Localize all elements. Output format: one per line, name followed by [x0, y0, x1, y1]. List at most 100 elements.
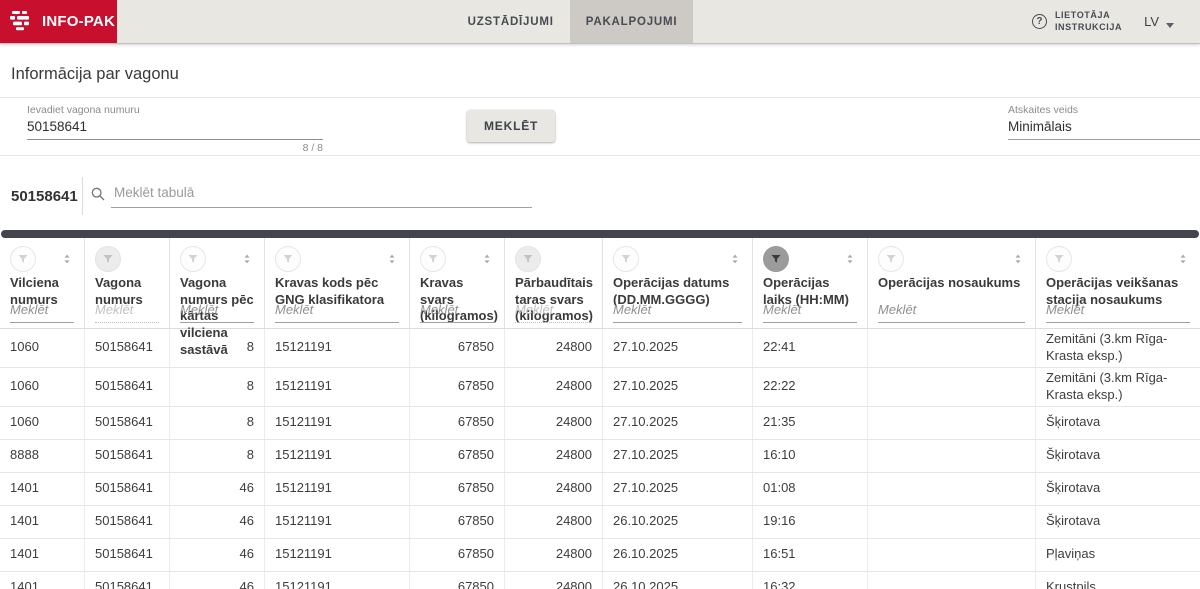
- column-header-kravas-kods: Kravas kods pēc GNG klasifikatoraMeklēt: [265, 238, 410, 328]
- cell-kravas-kods: 15121191: [265, 539, 410, 571]
- sort-icon[interactable]: [728, 252, 742, 266]
- table-body: 106050158641815121191678502480027.10.202…: [0, 329, 1200, 589]
- report-type-field: Atskaites veids Minimālais: [1008, 104, 1200, 140]
- cell-kravas-svars: 67850: [410, 368, 505, 406]
- topbar-right: ? LIETOTĀJA INSTRUKCIJA LV: [1032, 0, 1200, 43]
- cell-operacijas-nosaukums: [868, 440, 1036, 472]
- filter-funnel-icon[interactable]: [10, 246, 36, 272]
- sort-icon[interactable]: [843, 252, 857, 266]
- filter-funnel-icon[interactable]: [763, 246, 789, 272]
- cell-operacijas-laiks: 22:22: [753, 368, 868, 406]
- filter-funnel-icon[interactable]: [275, 246, 301, 272]
- filter-funnel-icon[interactable]: [613, 246, 639, 272]
- cell-operacijas-nosaukums: [868, 368, 1036, 406]
- cell-stacijas-nosaukums: Šķirotava: [1036, 440, 1200, 472]
- cell-operacijas-laiks: 01:08: [753, 473, 868, 505]
- cell-operacijas-datums: 26.10.2025: [603, 506, 753, 538]
- cell-stacijas-nosaukums: Pļaviņas: [1036, 539, 1200, 571]
- column-filter-input-operacijas-datums[interactable]: Meklēt: [613, 302, 742, 323]
- cell-vagona-numurs: 50158641: [85, 407, 170, 439]
- cell-vagona-numurs-pec-kartas: 46: [170, 506, 265, 538]
- column-header-operacijas-datums: Operācijas datums (DD.MM.GGGG)Meklēt: [603, 238, 753, 328]
- column-header-taras-svars: Pārbaudītais taras svars (kilogramos)Mek…: [505, 238, 603, 328]
- cell-kravas-kods: 15121191: [265, 407, 410, 439]
- column-filter-input-stacijas-nosaukums[interactable]: Meklēt: [1046, 302, 1190, 323]
- cell-kravas-svars: 67850: [410, 506, 505, 538]
- wagon-number-field: Ievadiet vagona numuru 50158641 8 / 8: [27, 104, 323, 154]
- search-button[interactable]: MEKLĒT: [467, 110, 555, 142]
- table-row[interactable]: 106050158641815121191678502480027.10.202…: [0, 368, 1200, 407]
- cell-stacijas-nosaukums: Krustpils: [1036, 572, 1200, 589]
- user-manual-link[interactable]: ? LIETOTĀJA INSTRUKCIJA: [1032, 10, 1122, 33]
- cell-operacijas-laiks: 22:41: [753, 329, 868, 367]
- wagon-number-input[interactable]: 50158641: [27, 116, 323, 140]
- cell-kravas-kods: 15121191: [265, 440, 410, 472]
- filter-funnel-icon[interactable]: [95, 246, 121, 272]
- column-filter-input-vilciena-numurs[interactable]: Meklēt: [10, 302, 74, 323]
- table-row[interactable]: 106050158641815121191678502480027.10.202…: [0, 407, 1200, 440]
- report-type-select[interactable]: Minimālais: [1008, 116, 1200, 140]
- cell-operacijas-laiks: 19:16: [753, 506, 868, 538]
- cell-operacijas-nosaukums: [868, 407, 1036, 439]
- table-row[interactable]: 1401501586414615121191678502480026.10.20…: [0, 539, 1200, 572]
- column-header-operacijas-laiks: Operācijas laiks (HH:MM)Meklēt: [753, 238, 868, 328]
- cell-stacijas-nosaukums: Šķirotava: [1036, 407, 1200, 439]
- user-manual-label: LIETOTĀJA INSTRUKCIJA: [1055, 10, 1122, 33]
- cell-operacijas-nosaukums: [868, 506, 1036, 538]
- cell-kravas-svars: 67850: [410, 329, 505, 367]
- cell-kravas-svars: 67850: [410, 572, 505, 589]
- sort-icon[interactable]: [385, 252, 399, 266]
- cell-operacijas-laiks: 21:35: [753, 407, 868, 439]
- table-row[interactable]: 1401501586414615121191678502480027.10.20…: [0, 473, 1200, 506]
- tab-pakalpojumi[interactable]: PAKALPOJUMI: [570, 0, 694, 43]
- column-filter-input-kravas-svars[interactable]: Meklēt: [420, 302, 494, 323]
- column-filter-input-operacijas-laiks[interactable]: Meklēt: [763, 302, 857, 323]
- filter-funnel-icon[interactable]: [515, 246, 541, 272]
- cell-vilciena-numurs: 8888: [0, 440, 85, 472]
- main-nav: UZSTĀDĪJUMIPAKALPOJUMI: [0, 0, 1145, 43]
- sort-icon[interactable]: [240, 252, 254, 266]
- filter-funnel-icon[interactable]: [1046, 246, 1072, 272]
- char-counter: 8 / 8: [27, 140, 323, 154]
- language-selector[interactable]: LV: [1144, 14, 1174, 29]
- table-row[interactable]: 888850158641815121191678502480027.10.202…: [0, 440, 1200, 473]
- column-filter-input-kravas-kods[interactable]: Meklēt: [275, 302, 399, 323]
- table-search-input[interactable]: Meklēt tabulā: [111, 183, 532, 208]
- cell-stacijas-nosaukums: Šķirotava: [1036, 506, 1200, 538]
- cell-vilciena-numurs: 1401: [0, 539, 85, 571]
- cell-kravas-svars: 67850: [410, 440, 505, 472]
- sort-icon[interactable]: [480, 252, 494, 266]
- wagon-number-label: Ievadiet vagona numuru: [27, 104, 323, 116]
- filter-funnel-icon[interactable]: [420, 246, 446, 272]
- cell-stacijas-nosaukums: Zemitāni (3.km Rīga-Krasta eksp.): [1036, 329, 1200, 367]
- cell-kravas-kods: 15121191: [265, 572, 410, 589]
- cell-operacijas-laiks: 16:10: [753, 440, 868, 472]
- cell-operacijas-nosaukums: [868, 329, 1036, 367]
- column-filter-input-operacijas-nosaukums[interactable]: Meklēt: [878, 302, 1025, 323]
- cell-vagona-numurs-pec-kartas: 8: [170, 407, 265, 439]
- filter-funnel-icon[interactable]: [180, 246, 206, 272]
- cell-operacijas-nosaukums: [868, 572, 1036, 589]
- cell-operacijas-nosaukums: [868, 473, 1036, 505]
- sort-icon[interactable]: [1176, 252, 1190, 266]
- cell-operacijas-nosaukums: [868, 539, 1036, 571]
- table-row[interactable]: 1401501586414615121191678502480026.10.20…: [0, 572, 1200, 589]
- column-header-vagona-numurs-pec-kartas: Vagona numurs pēc kārtas vilciena sastāv…: [170, 238, 265, 328]
- sort-icon[interactable]: [1011, 252, 1025, 266]
- tab-uzstadijumi[interactable]: UZSTĀDĪJUMI: [452, 0, 570, 43]
- table-row[interactable]: 1401501586414615121191678502480026.10.20…: [0, 506, 1200, 539]
- cell-stacijas-nosaukums: Šķirotava: [1036, 473, 1200, 505]
- cell-kravas-kods: 15121191: [265, 473, 410, 505]
- cell-taras-svars: 24800: [505, 329, 603, 367]
- horizontal-scrollbar[interactable]: [1, 230, 1199, 238]
- top-bar: INFO-PAK UZSTĀDĪJUMIPAKALPOJUMI ? LIETOT…: [0, 0, 1200, 44]
- column-header-vilciena-numurs: Vilciena numursMeklēt: [0, 238, 85, 328]
- cell-operacijas-laiks: 16:51: [753, 539, 868, 571]
- column-filter-input-vagona-numurs-pec-kartas[interactable]: Meklēt: [180, 302, 254, 323]
- sort-icon[interactable]: [60, 252, 74, 266]
- vertical-divider: [82, 177, 83, 215]
- cell-kravas-svars: 67850: [410, 407, 505, 439]
- cell-taras-svars: 24800: [505, 539, 603, 571]
- filter-funnel-icon[interactable]: [878, 246, 904, 272]
- cell-vilciena-numurs: 1060: [0, 407, 85, 439]
